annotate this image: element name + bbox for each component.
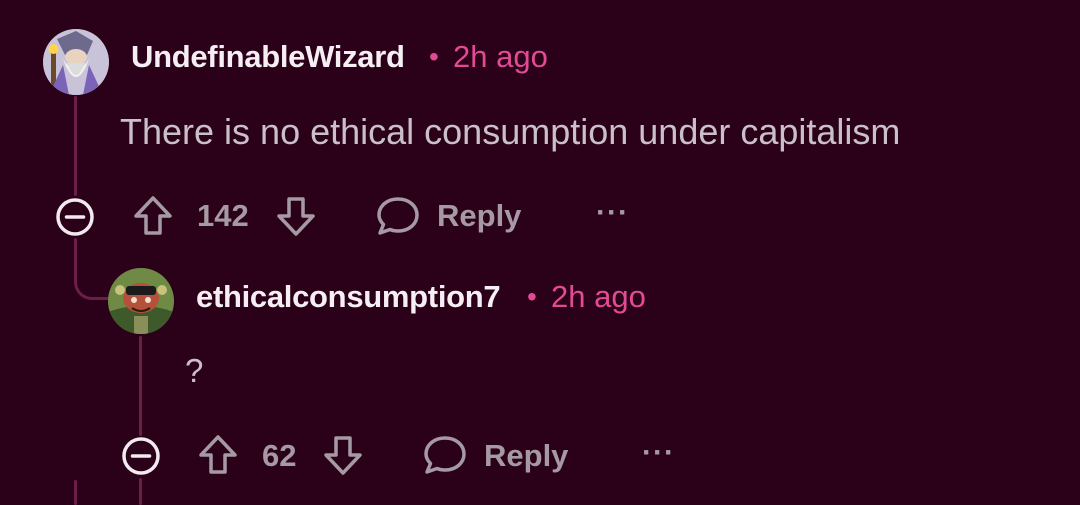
upvote-icon[interactable] [197,433,239,477]
reply-label: Reply [484,438,569,473]
separator-dot: • [527,281,537,312]
wizard-avatar-icon [43,29,109,95]
avatar[interactable] [43,29,109,95]
comment-timestamp: 2h ago [453,39,548,74]
avatar[interactable] [108,268,174,334]
comment-timestamp: 2h ago [551,279,646,314]
comment-text: ? [185,352,204,389]
comment-text: There is no ethical consumption under ca… [120,111,901,152]
vote-count: 62 [262,438,297,473]
thread-line-main [74,96,77,196]
collapse-icon[interactable] [120,435,162,477]
downvote-icon[interactable] [322,433,364,477]
more-options-button[interactable]: ··· [642,436,675,470]
thread-line-reply [139,336,142,436]
more-options-button[interactable]: ··· [596,196,629,230]
downvote-icon[interactable] [275,194,317,238]
vote-count: 142 [197,198,249,233]
snoo-avatar-icon [108,268,174,334]
thread-connector [74,268,112,300]
comment-username[interactable]: UndefinableWizard [131,39,405,75]
reply-label: Reply [437,198,522,233]
thread-line-main-tail [74,480,77,505]
chat-bubble-icon [424,436,466,474]
comment-username[interactable]: ethicalconsumption7 [196,279,501,315]
separator-dot: • [429,41,439,72]
upvote-icon[interactable] [132,194,174,238]
thread-line-reply-tail [139,478,142,505]
chat-bubble-icon [377,197,419,235]
collapse-icon[interactable] [54,196,96,238]
